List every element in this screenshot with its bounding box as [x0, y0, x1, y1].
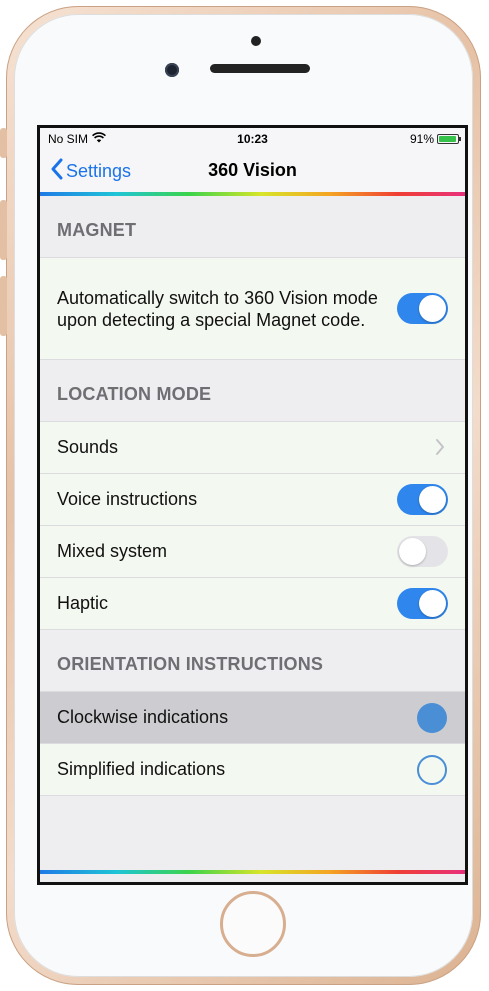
mixed-system-label: Mixed system [57, 541, 168, 561]
magnet-description: Automatically switch to 360 Vision mode … [57, 287, 378, 330]
volume-up-button [0, 200, 7, 260]
mixed-system-row: Mixed system [40, 526, 465, 578]
clockwise-indications-label: Clockwise indications [57, 707, 229, 727]
section-header-location-mode: LOCATION MODE [40, 360, 465, 422]
volume-down-button [0, 276, 7, 336]
simplified-indications-label: Simplified indications [57, 759, 226, 779]
simplified-indications-row[interactable]: Simplified indications [40, 744, 465, 796]
home-button[interactable] [220, 891, 286, 957]
navigation-bar: Settings 360 Vision [40, 148, 465, 192]
proximity-sensor [251, 36, 261, 46]
section-header-orientation: ORIENTATION INSTRUCTIONS [40, 630, 465, 692]
haptic-label: Haptic [57, 593, 109, 613]
mixed-system-toggle[interactable] [397, 536, 448, 567]
battery-icon [437, 134, 461, 144]
page-title: 360 Vision [208, 160, 297, 180]
screen: No SIM 10:23 91% Settings 360 Vision MAG… [37, 125, 468, 885]
bottom-rainbow-divider [40, 870, 465, 874]
status-time: 10:23 [237, 132, 268, 146]
voice-instructions-row: Voice instructions [40, 474, 465, 526]
mute-switch [0, 128, 7, 158]
status-bar: No SIM 10:23 91% [40, 128, 465, 148]
front-camera [165, 63, 179, 77]
clockwise-radio[interactable] [417, 702, 447, 733]
magnet-toggle[interactable] [397, 293, 448, 324]
simplified-radio[interactable] [417, 754, 447, 785]
sounds-label: Sounds [57, 437, 119, 457]
magnet-row: Automatically switch to 360 Vision mode … [40, 258, 465, 360]
earpiece-speaker [210, 64, 310, 73]
voice-instructions-toggle[interactable] [397, 484, 448, 515]
battery-percentage: 91% [409, 132, 434, 146]
haptic-toggle[interactable] [397, 588, 448, 619]
section-header-magnet: MAGNET [40, 196, 465, 258]
voice-instructions-label: Voice instructions [57, 489, 198, 509]
haptic-row: Haptic [40, 578, 465, 630]
sounds-row[interactable]: Sounds [40, 422, 465, 474]
clockwise-indications-row[interactable]: Clockwise indications [40, 692, 465, 744]
